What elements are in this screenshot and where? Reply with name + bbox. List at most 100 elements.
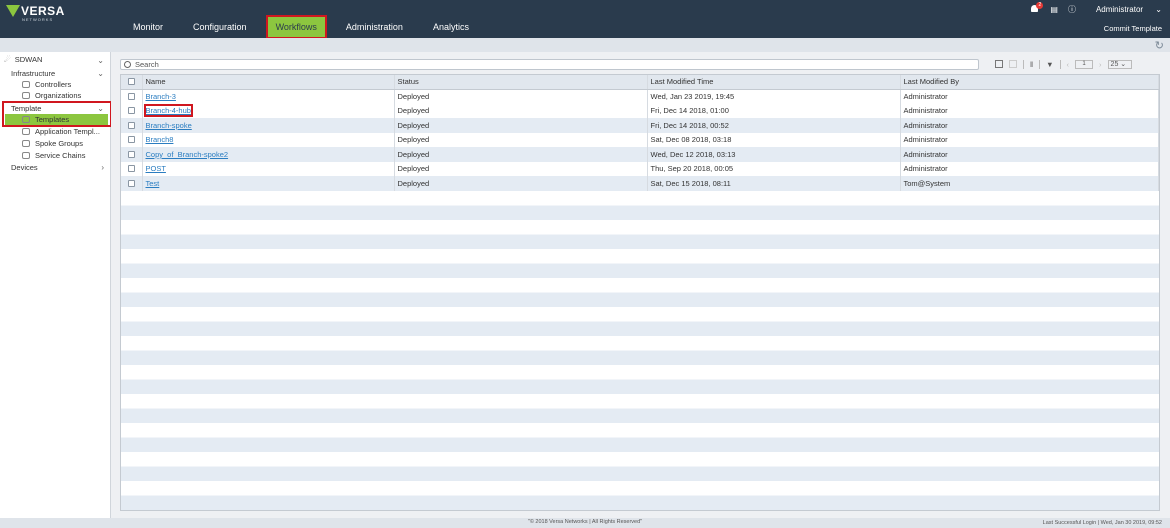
template-link[interactable]: Branch-spoke	[146, 121, 192, 130]
table-row[interactable]: POST Deployed Thu, Sep 20 2018, 00:05 Ad…	[121, 161, 1159, 176]
table-header-row: Name Status Last Modified Time Last Modi…	[121, 75, 1159, 90]
status-cell: Deployed	[394, 103, 648, 118]
page-size-value: 25	[1110, 60, 1119, 68]
sidebar-item-templates[interactable]: Templates	[22, 115, 69, 124]
select-all-checkbox[interactable]	[128, 78, 135, 86]
chevron-right-icon[interactable]: ›	[101, 163, 104, 172]
modified-by-cell: Tom@System	[900, 176, 1159, 191]
nav-monitor[interactable]: Monitor	[118, 17, 178, 37]
add-icon[interactable]	[995, 60, 1003, 68]
table-row[interactable]: Branch-spoke Deployed Fri, Dec 14 2018, …	[121, 118, 1159, 133]
table-row[interactable]: Branch8 Deployed Sat, Dec 08 2018, 03:18…	[121, 132, 1159, 147]
application-template-icon	[22, 128, 30, 135]
table-row[interactable]: Test Deployed Sat, Dec 15 2018, 08:11 To…	[121, 176, 1159, 191]
template-link[interactable]: Test	[146, 179, 160, 188]
modified-by-cell: Administrator	[900, 161, 1159, 176]
page-size-select[interactable]: 25 ⌄	[1107, 59, 1132, 69]
row-checkbox[interactable]	[128, 93, 135, 100]
info-icon[interactable]: ⓘ	[1068, 4, 1076, 15]
table-row[interactable]: Branch-3 Deployed Wed, Jan 23 2019, 19:4…	[121, 89, 1159, 104]
delete-icon[interactable]	[1009, 60, 1017, 68]
chevron-down-icon[interactable]: ⌄	[97, 69, 104, 78]
sidebar-item-sdwan[interactable]: ☄ SDWAN	[4, 55, 42, 64]
filter-icon[interactable]: ▼	[1046, 60, 1053, 69]
select-all-cell	[121, 75, 143, 90]
row-select-cell	[121, 161, 143, 176]
column-header-name[interactable]: Name	[142, 75, 395, 90]
status-cell: Deployed	[394, 147, 648, 162]
logo-text: VERSA	[21, 4, 65, 18]
nav-analytics[interactable]: Analytics	[418, 17, 484, 37]
sidebar-item-infrastructure[interactable]: Infrastructure	[11, 69, 55, 78]
search-input[interactable]: Search	[120, 59, 979, 70]
user-menu[interactable]: Administrator ⌄	[1086, 5, 1162, 14]
row-checkbox[interactable]	[128, 179, 135, 187]
prev-page-icon[interactable]: ‹	[1067, 60, 1070, 69]
template-link[interactable]: POST	[146, 164, 166, 173]
template-link[interactable]: Branch-4-hub	[143, 104, 193, 118]
column-header-last-modified-by[interactable]: Last Modified By	[900, 75, 1159, 90]
table-row[interactable]: Branch-4-hub Deployed Fri, Dec 14 2018, …	[121, 103, 1159, 118]
sidebar: ☄ SDWAN ⌄ Infrastructure ⌄ Controllers Or…	[0, 52, 112, 518]
sidebar-item-spoke-groups[interactable]: Spoke Groups	[22, 139, 83, 148]
templates-table: Name Status Last Modified Time Last Modi…	[121, 75, 1159, 191]
sidebar-item-label: Spoke Groups	[35, 139, 83, 148]
page-number-input[interactable]: 1	[1075, 59, 1094, 69]
modified-by-cell: Administrator	[900, 103, 1159, 118]
modified-by-cell: Administrator	[900, 147, 1159, 162]
time-cell: Sat, Dec 08 2018, 03:18	[647, 132, 901, 147]
template-link[interactable]: Branch-3	[146, 92, 176, 101]
sidebar-item-template[interactable]: Template	[11, 104, 41, 113]
name-cell: Copy_of_Branch-spoke2	[142, 147, 395, 162]
time-cell: Fri, Dec 14 2018, 01:00	[647, 103, 901, 118]
chevron-down-icon[interactable]: ⌄	[97, 104, 104, 113]
sidebar-item-service-chains[interactable]: Service Chains	[22, 151, 85, 160]
table-row[interactable]: Copy_of_Branch-spoke2 Deployed Wed, Dec …	[121, 147, 1159, 162]
nav-administration[interactable]: Administration	[331, 17, 418, 37]
sidebar-item-label: Templates	[35, 115, 70, 124]
sidebar-item-organizations[interactable]: Organizations	[22, 91, 81, 100]
status-cell: Deployed	[394, 89, 648, 104]
status-cell: Deployed	[394, 176, 648, 191]
template-link[interactable]: Branch8	[146, 135, 174, 144]
sidebar-item-label: Organizations	[35, 91, 82, 100]
name-cell: Test	[142, 176, 395, 191]
sidebar-item-label: SDWAN	[14, 55, 43, 64]
template-icon	[22, 116, 30, 123]
columns-icon[interactable]: ‖	[1030, 60, 1033, 69]
row-checkbox[interactable]	[128, 136, 135, 144]
next-page-icon[interactable]: ›	[1099, 60, 1102, 69]
versa-logo[interactable]: VERSA NETWORKS	[6, 4, 66, 25]
sidebar-item-devices[interactable]: Devices	[11, 163, 38, 172]
top-header: VERSA NETWORKS Monitor Configuration Wor…	[0, 0, 1170, 39]
sidebar-item-controllers[interactable]: Controllers	[22, 80, 71, 89]
row-checkbox[interactable]	[128, 165, 135, 173]
header-icons: 2 ▤ ⓘ Administrator ⌄	[1020, 2, 1162, 16]
tasks-icon[interactable]: ▤	[1050, 5, 1058, 14]
refresh-icon[interactable]: ↻	[1155, 39, 1164, 52]
template-link[interactable]: Copy_of_Branch-spoke2	[146, 150, 229, 159]
notification-badge: 2	[1036, 2, 1044, 9]
toolbar-divider	[1023, 59, 1024, 69]
nav-workflows[interactable]: Workflows	[265, 15, 327, 39]
row-checkbox[interactable]	[128, 150, 135, 158]
chevron-down-icon[interactable]: ⌄	[97, 56, 104, 65]
sub-bar: ↻	[0, 38, 1170, 52]
toolbar-divider	[1039, 59, 1041, 69]
sidebar-item-application-templates[interactable]: Application Templ...	[22, 127, 100, 136]
column-header-last-modified-time[interactable]: Last Modified Time	[647, 75, 901, 90]
row-checkbox[interactable]	[128, 107, 135, 115]
copyright-text: "© 2018 Versa Networks | All Rights Rese…	[527, 519, 643, 525]
commit-template-button[interactable]: Commit Template	[1104, 24, 1162, 33]
column-header-status[interactable]: Status	[394, 75, 648, 90]
time-cell: Wed, Jan 23 2019, 19:45	[647, 89, 901, 104]
time-cell: Fri, Dec 14 2018, 00:52	[647, 118, 901, 133]
service-chain-icon	[22, 152, 30, 159]
modified-by-cell: Administrator	[900, 89, 1159, 104]
last-login-text: Last Successful Login | Wed, Jan 30 2019…	[1042, 519, 1162, 526]
toolbar-divider	[1059, 59, 1061, 69]
bell-icon[interactable]: 2	[1030, 2, 1044, 14]
status-cell: Deployed	[394, 118, 648, 133]
row-checkbox[interactable]	[128, 121, 135, 129]
nav-configuration[interactable]: Configuration	[178, 17, 262, 37]
